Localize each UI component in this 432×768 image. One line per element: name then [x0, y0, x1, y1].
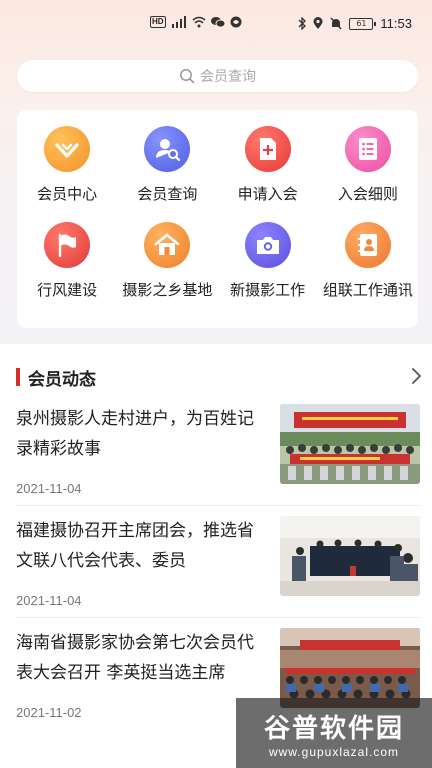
quick-menu-card: 会员中心 会员查询 申请入会 入会细则 行风建设 摄影之乡基地 新摄影工作 组联… [17, 110, 418, 328]
search-input[interactable]: 会员查询 [17, 60, 418, 92]
flag-icon [44, 222, 91, 268]
contact-book-icon [344, 222, 391, 268]
location-icon [313, 17, 323, 29]
status-right-icons: 61 11:53 [298, 16, 412, 31]
menu-item-membership-rules[interactable]: 入会细则 [318, 126, 418, 204]
section-title: 会员动态 [28, 369, 96, 390]
menu-label: 行风建设 [37, 281, 98, 299]
clock: 11:53 [380, 16, 412, 31]
list-icon [344, 126, 391, 172]
news-title: 福建摄协召开主席团会，推选省文联八代会代表、委员 [16, 521, 254, 571]
wifi-icon [192, 16, 206, 28]
menu-item-liaison-newsletter[interactable]: 组联工作通讯 [318, 222, 418, 300]
search-icon [180, 69, 195, 84]
news-thumbnail [280, 516, 420, 596]
bluetooth-icon [298, 17, 307, 30]
menu-label: 新摄影工作 [230, 281, 306, 299]
hd-badge: HD [150, 16, 166, 28]
menu-label: 会员查询 [137, 185, 198, 203]
quick-menu-grid: 会员中心 会员查询 申请入会 入会细则 行风建设 摄影之乡基地 新摄影工作 组联… [17, 126, 418, 300]
chevron-right-icon[interactable] [410, 367, 422, 385]
menu-item-conduct-building[interactable]: 行风建设 [17, 222, 117, 300]
battery-icon: 61 [349, 17, 377, 30]
wechat-icon [210, 17, 225, 28]
4g-signal-icon [171, 16, 186, 28]
home-icon [144, 222, 191, 268]
watermark-url: www.gupuxlazal.com [268, 744, 400, 759]
section-accent-bar [16, 368, 20, 386]
news-title: 泉州摄影人走村进户，为百姓记录精彩故事 [16, 409, 254, 459]
news-title: 海南省摄影家协会第七次会员代表大会召开 李英挺当选主席 [16, 633, 254, 683]
menu-label: 会员中心 [37, 185, 98, 203]
status-bar: HD 61 11:53 [0, 0, 432, 48]
news-date: 2021-11-02 [16, 705, 82, 720]
member-news-section: 会员动态 泉州摄影人走村进户，为百姓记录精彩故事 2021-11-04 福建摄协… [0, 344, 432, 768]
section-header[interactable]: 会员动态 [16, 366, 421, 390]
menu-item-photo-hometown-base[interactable]: 摄影之乡基地 [117, 222, 217, 300]
menu-item-member-search[interactable]: 会员查询 [117, 126, 217, 204]
user-search-icon [144, 126, 191, 172]
menu-item-member-center[interactable]: 会员中心 [17, 126, 117, 204]
menu-label: 组联工作通讯 [322, 281, 413, 299]
status-left-icons: HD [150, 16, 242, 28]
menu-label: 入会细则 [337, 185, 398, 203]
mute-bell-icon [330, 17, 342, 30]
search-placeholder: 会员查询 [200, 69, 256, 85]
news-thumbnail [280, 628, 420, 708]
news-date: 2021-11-04 [16, 593, 82, 608]
watermark-title: 谷普软件园 [263, 713, 404, 744]
camera-icon [244, 222, 291, 268]
divider [16, 617, 420, 618]
news-date: 2021-11-04 [16, 481, 82, 496]
menu-item-new-photography-work[interactable]: 新摄影工作 [218, 222, 318, 300]
menu-label: 摄影之乡基地 [122, 281, 213, 299]
menu-label: 申请入会 [237, 185, 298, 203]
news-item[interactable]: 福建摄协召开主席团会，推选省文联八代会代表、委员 2021-11-04 [16, 516, 420, 628]
divider [16, 505, 420, 506]
document-add-icon [244, 126, 291, 172]
menu-item-apply-membership[interactable]: 申请入会 [218, 126, 318, 204]
heart-icon [44, 126, 91, 172]
app-icon [230, 16, 242, 28]
watermark-logo: 谷普软件园 www.gupuxlazal.com [236, 698, 432, 768]
news-thumbnail [280, 404, 420, 484]
news-item[interactable]: 泉州摄影人走村进户，为百姓记录精彩故事 2021-11-04 [16, 404, 420, 516]
